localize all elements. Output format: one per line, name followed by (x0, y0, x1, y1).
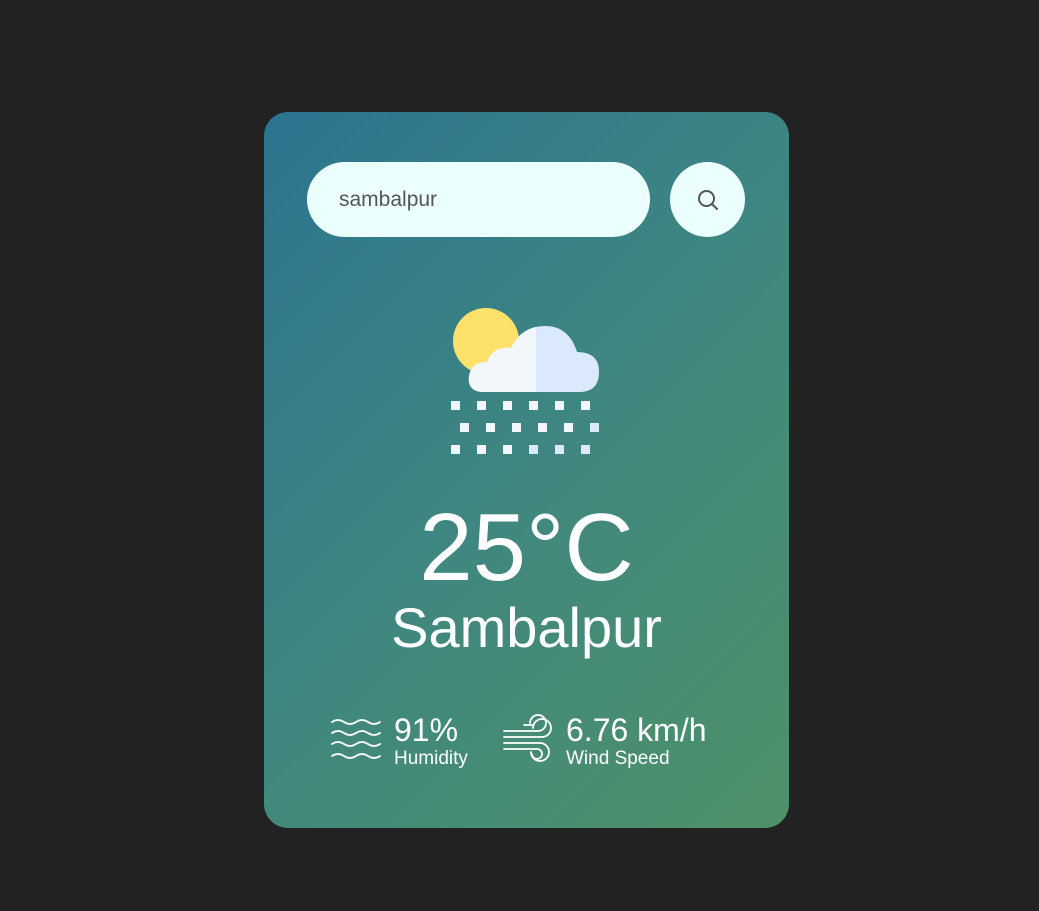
search-icon (696, 188, 720, 212)
search-input[interactable] (307, 162, 650, 237)
wind-text: 6.76 km/h Wind Speed (566, 712, 707, 770)
wind-detail: 6.76 km/h Wind Speed (502, 712, 707, 770)
humidity-text: 91% Humidity (394, 712, 468, 770)
wind-value: 6.76 km/h (566, 712, 707, 748)
humidity-value: 91% (394, 712, 459, 748)
wind-icon (502, 713, 554, 770)
snow-sun-cloud-icon (449, 304, 609, 460)
wind-label: Wind Speed (566, 748, 670, 769)
search-button[interactable] (670, 162, 745, 237)
weather-card: 25°C Sambalpur 91% Humidity (264, 112, 789, 828)
temperature: 25°C (419, 494, 634, 601)
humidity-detail: 91% Humidity (330, 712, 468, 770)
city-name: Sambalpur (391, 596, 662, 659)
humidity-label: Humidity (394, 748, 468, 769)
humidity-waves-icon (330, 716, 382, 767)
